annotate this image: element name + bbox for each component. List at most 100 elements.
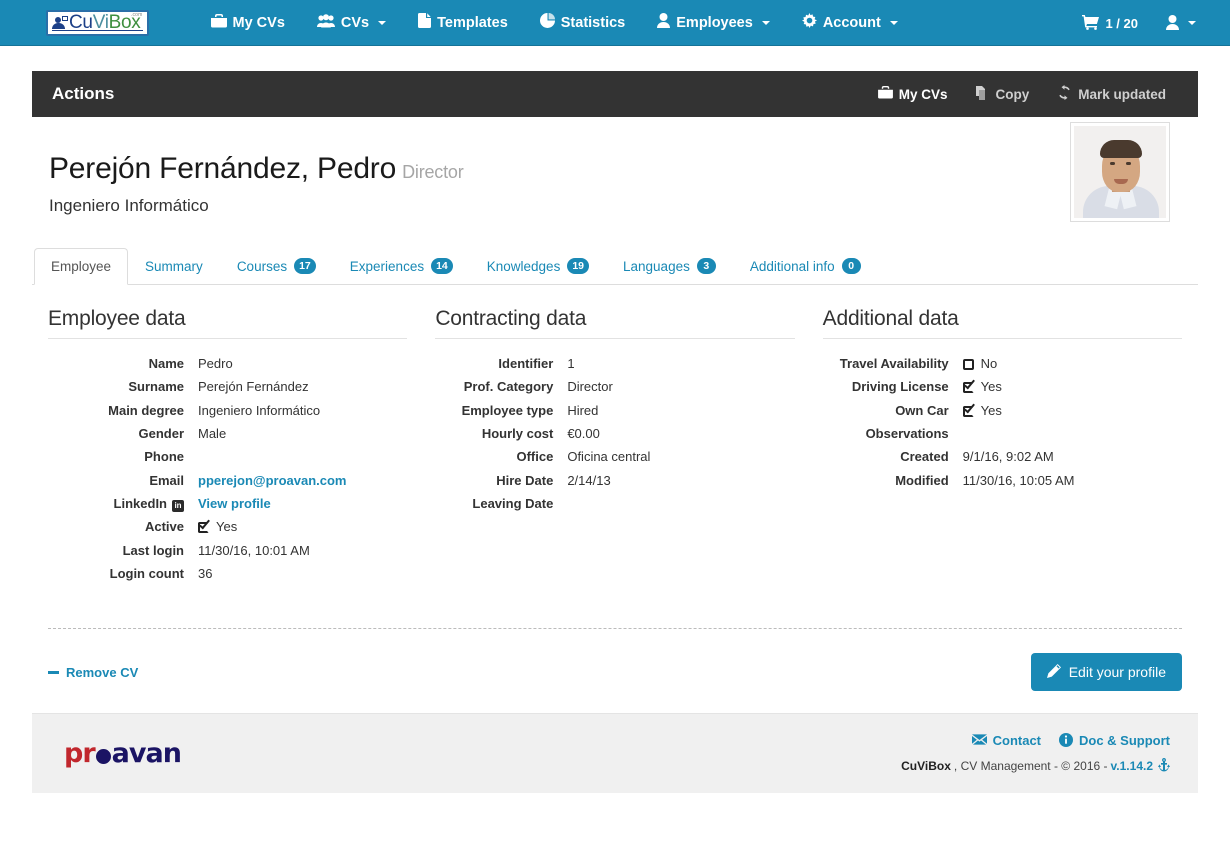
field-label: Email	[149, 472, 184, 488]
avatar	[1070, 122, 1170, 222]
field-value: 9/1/16, 9:02 AM	[962, 449, 1054, 465]
actions-bar-links: My CVs Copy Mark updated	[864, 85, 1180, 103]
field-value: Perejón Fernández	[198, 379, 309, 395]
tab-label: Courses	[236, 258, 288, 274]
field-label: Created	[900, 449, 949, 465]
field-value: Director	[567, 379, 613, 395]
main-nav: My CVs CVs Templates Statistics Employee…	[195, 0, 914, 46]
copy-icon	[975, 85, 989, 103]
field-label: Active	[144, 519, 184, 535]
brand-logo[interactable]: CuViBox .com	[46, 9, 149, 36]
contracting-data-list: Identifier 1 Prof. Category Director Emp…	[435, 355, 794, 514]
nav-item-label: Account	[822, 14, 881, 31]
field-main-degree: Main degree Ingeniero Informático	[48, 402, 407, 421]
navbar-right: 1 / 20	[1068, 0, 1210, 46]
info-circle-icon	[1059, 732, 1073, 749]
tab-badge: 19	[567, 258, 590, 274]
tab-bar: Employee Summary Courses 17 Experiences …	[32, 247, 1198, 285]
remove-cv-button[interactable]: Remove CV	[48, 665, 138, 680]
tab-languages[interactable]: Languages 3	[606, 247, 733, 285]
tab-label: Summary	[145, 259, 203, 274]
section-title: Contracting data	[435, 307, 587, 330]
nav-item-employees[interactable]: Employees	[641, 0, 786, 46]
checkbox-checked-icon	[198, 518, 211, 534]
field-label: Office	[516, 449, 554, 465]
anchor-icon	[1158, 757, 1170, 775]
tab-additional-info[interactable]: Additional info 0	[733, 247, 878, 285]
field-gender: Gender Male	[48, 425, 407, 444]
nav-item-templates[interactable]: Templates	[402, 0, 524, 46]
field-value: €0.00	[567, 426, 600, 442]
tab-badge: 17	[294, 258, 316, 274]
field-value: No	[980, 356, 998, 371]
section-divider	[822, 338, 1182, 339]
tab-summary[interactable]: Summary	[128, 248, 220, 285]
employee-data-section: Employee data Name Pedro Surname Perejón…	[34, 307, 421, 588]
bottom-actions: Remove CV Edit your profile	[32, 629, 1198, 699]
proavan-pr: pr	[64, 738, 96, 770]
user-menu[interactable]	[1152, 0, 1210, 46]
field-value: Yes	[980, 379, 1002, 395]
field-label: Surname	[128, 379, 184, 395]
additional-data-list: Travel Availability No Driving License Y…	[823, 355, 1182, 491]
field-label: Hourly cost	[481, 426, 554, 442]
additional-data-section: Additional data Travel Availability No D…	[809, 307, 1196, 588]
nav-item-label: Templates	[437, 14, 508, 31]
footer-link-label: Contact	[992, 733, 1041, 749]
edit-profile-label: Edit your profile	[1068, 664, 1166, 681]
pie-chart-icon	[539, 13, 555, 32]
tab-label: Employee	[51, 259, 112, 274]
field-observations: Observations	[823, 425, 1182, 444]
field-value: 2/14/13	[567, 472, 611, 488]
tab-label: Experiences	[349, 258, 425, 274]
contact-link[interactable]: Contact	[971, 733, 1041, 749]
tab-courses[interactable]: Courses 17	[220, 247, 333, 285]
user-icon	[1166, 14, 1179, 32]
edit-profile-button[interactable]: Edit your profile	[1030, 653, 1182, 692]
tab-knowledges[interactable]: Knowledges 19	[470, 247, 606, 285]
field-office: Office Oficina central	[435, 448, 794, 467]
action-copy[interactable]: Copy	[961, 85, 1043, 103]
envelope-icon	[971, 734, 987, 747]
nav-item-label: Employees	[676, 14, 753, 31]
field-label: Modified	[895, 472, 949, 488]
field-identifier: Identifier 1	[435, 355, 794, 374]
field-value: Yes	[216, 519, 238, 535]
field-label: Observations	[865, 426, 949, 442]
briefcase-icon	[210, 13, 227, 32]
nav-item-cvs[interactable]: CVs	[301, 0, 402, 46]
tab-employee[interactable]: Employee	[34, 248, 129, 285]
footer-right: Contact Doc & Support CuViBox, CV Manage…	[901, 732, 1170, 775]
nav-item-my-cvs[interactable]: My CVs	[195, 0, 301, 46]
linkedin-profile-link[interactable]: View profile	[198, 495, 271, 514]
field-label: Name	[148, 356, 184, 371]
section-divider	[48, 338, 408, 339]
top-navbar: CuViBox .com My CVs CVs Templates Statis…	[0, 0, 1230, 46]
nav-item-statistics[interactable]: Statistics	[524, 0, 641, 46]
checkbox-checked-icon	[962, 377, 976, 394]
field-label: Phone	[144, 449, 184, 465]
tab-badge: 0	[841, 258, 861, 274]
field-label: Gender	[138, 426, 184, 442]
doc-support-link[interactable]: Doc & Support	[1059, 732, 1170, 749]
nav-item-account[interactable]: Account	[786, 0, 914, 46]
refresh-icon	[1057, 85, 1072, 103]
employee-full-name: Perejón Fernández, Pedro	[49, 152, 397, 185]
field-linkedin: LinkedIn in View profile	[48, 495, 407, 514]
cart-indicator[interactable]: 1 / 20	[1068, 0, 1152, 46]
email-link[interactable]: pperejon@proavan.com	[198, 472, 346, 491]
chevron-down-icon	[889, 20, 898, 25]
chevron-down-icon	[761, 20, 770, 25]
action-link-label: Mark updated	[1078, 86, 1166, 102]
field-phone: Phone	[48, 448, 407, 467]
checkbox-unchecked-icon	[962, 358, 976, 371]
tab-experiences[interactable]: Experiences 14	[333, 247, 470, 285]
action-link-label: Copy	[995, 86, 1030, 102]
field-leaving-date: Leaving Date	[435, 495, 794, 514]
action-mark-updated[interactable]: Mark updated	[1043, 85, 1180, 103]
brand-underline	[52, 29, 143, 31]
field-label: Main degree	[108, 402, 184, 418]
action-my-cvs[interactable]: My CVs	[864, 86, 962, 102]
tab-label: Additional info	[749, 258, 835, 274]
brand-tld: .com	[130, 11, 143, 18]
